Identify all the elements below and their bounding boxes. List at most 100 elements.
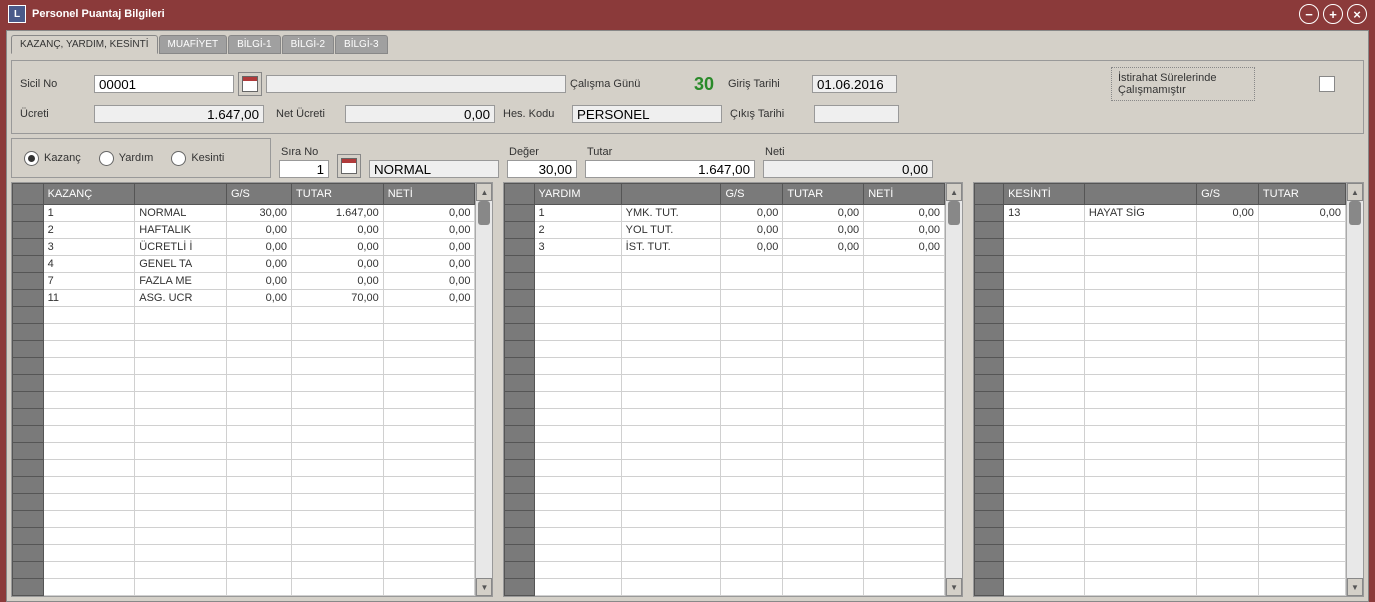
table-row[interactable] (975, 511, 1346, 528)
scroll-up-icon[interactable]: ▲ (476, 183, 492, 201)
table-row[interactable] (975, 460, 1346, 477)
table-row[interactable] (13, 477, 475, 494)
scroll-down-icon[interactable]: ▼ (476, 578, 492, 596)
table-row[interactable] (975, 341, 1346, 358)
table-row[interactable] (13, 443, 475, 460)
table-row[interactable] (505, 460, 945, 477)
radio-kazanc[interactable]: Kazanç (24, 151, 81, 166)
table-row[interactable] (13, 494, 475, 511)
table-row[interactable] (13, 341, 475, 358)
table-row[interactable] (13, 324, 475, 341)
scroll-up-icon[interactable]: ▲ (1347, 183, 1363, 201)
close-button[interactable]: × (1347, 4, 1367, 24)
table-row[interactable] (505, 579, 945, 596)
table-row[interactable] (505, 426, 945, 443)
maximize-button[interactable]: + (1323, 4, 1343, 24)
table-row[interactable]: 3ÜCRETLİ İ0,000,000,00 (13, 239, 475, 256)
grid-yardim[interactable]: YARDIMG/STUTARNETİ1YMK. TUT.0,000,000,00… (504, 183, 945, 596)
table-row[interactable] (975, 477, 1346, 494)
grid-kazanc[interactable]: KAZANÇG/STUTARNETİ1NORMAL30,001.647,000,… (12, 183, 475, 596)
table-row[interactable] (13, 426, 475, 443)
table-row[interactable] (975, 239, 1346, 256)
scrollbar[interactable]: ▲▼ (475, 183, 492, 596)
scroll-thumb[interactable] (478, 201, 490, 225)
tab-bilgi3[interactable]: BİLGİ-3 (335, 35, 387, 54)
table-row[interactable] (975, 358, 1346, 375)
scrollbar[interactable]: ▲▼ (945, 183, 962, 596)
table-row[interactable] (505, 562, 945, 579)
table-row[interactable] (505, 545, 945, 562)
scroll-down-icon[interactable]: ▼ (1347, 578, 1363, 596)
table-row[interactable] (975, 579, 1346, 596)
tab-bilgi1[interactable]: BİLGİ-1 (228, 35, 280, 54)
table-row[interactable] (13, 307, 475, 324)
table-row[interactable] (975, 562, 1346, 579)
table-row[interactable]: 3İST. TUT.0,000,000,00 (505, 239, 945, 256)
table-row[interactable] (975, 273, 1346, 290)
table-row[interactable] (975, 375, 1346, 392)
table-row[interactable] (975, 324, 1346, 341)
table-row[interactable] (975, 494, 1346, 511)
scroll-down-icon[interactable]: ▼ (946, 578, 962, 596)
table-row[interactable] (13, 358, 475, 375)
table-row[interactable] (13, 545, 475, 562)
table-row[interactable] (13, 375, 475, 392)
tab-muafiyet[interactable]: MUAFİYET (159, 35, 228, 54)
table-row[interactable]: 11ASG. UCR0,0070,000,00 (13, 290, 475, 307)
table-row[interactable] (505, 511, 945, 528)
table-row[interactable] (975, 426, 1346, 443)
table-row[interactable] (13, 392, 475, 409)
table-row[interactable] (975, 545, 1346, 562)
table-row[interactable] (13, 562, 475, 579)
istirahat-checkbox-wrap[interactable]: İstirahat Sürelerinde Çalışmamıştır (1111, 67, 1255, 101)
table-row[interactable] (505, 290, 945, 307)
table-row[interactable] (505, 443, 945, 460)
tutar-input[interactable] (585, 160, 755, 178)
table-row[interactable] (505, 358, 945, 375)
table-row[interactable] (13, 460, 475, 477)
table-row[interactable] (505, 528, 945, 545)
table-row[interactable] (13, 579, 475, 596)
scroll-up-icon[interactable]: ▲ (946, 183, 962, 201)
table-row[interactable] (505, 392, 945, 409)
minimize-button[interactable]: − (1299, 4, 1319, 24)
table-row[interactable] (975, 392, 1346, 409)
table-row[interactable] (975, 409, 1346, 426)
sira-lookup-button[interactable] (337, 154, 361, 178)
table-row[interactable]: 2HAFTALIK0,000,000,00 (13, 222, 475, 239)
table-row[interactable] (975, 256, 1346, 273)
scrollbar[interactable]: ▲▼ (1346, 183, 1363, 596)
table-row[interactable] (13, 528, 475, 545)
deger-input[interactable] (507, 160, 577, 178)
table-row[interactable] (505, 324, 945, 341)
table-row[interactable] (505, 273, 945, 290)
table-row[interactable] (505, 307, 945, 324)
table-row[interactable]: 2YOL TUT.0,000,000,00 (505, 222, 945, 239)
istirahat-checkbox[interactable] (1319, 76, 1335, 92)
table-row[interactable] (975, 528, 1346, 545)
table-row[interactable] (975, 290, 1346, 307)
scroll-thumb[interactable] (948, 201, 960, 225)
sicil-no-input[interactable] (94, 75, 234, 93)
radio-kesinti[interactable]: Kesinti (171, 151, 224, 166)
radio-yardim[interactable]: Yardım (99, 151, 154, 166)
table-row[interactable] (505, 256, 945, 273)
table-row[interactable] (975, 307, 1346, 324)
table-row[interactable]: 7FAZLA ME0,000,000,00 (13, 273, 475, 290)
table-row[interactable] (13, 409, 475, 426)
table-row[interactable] (505, 494, 945, 511)
table-row[interactable] (505, 409, 945, 426)
table-row[interactable] (505, 375, 945, 392)
table-row[interactable]: 1YMK. TUT.0,000,000,00 (505, 205, 945, 222)
sicil-lookup-button[interactable] (238, 72, 262, 96)
table-row[interactable] (975, 222, 1346, 239)
sira-no-input[interactable] (279, 160, 329, 178)
tab-kazanc[interactable]: KAZANÇ, YARDIM, KESİNTİ (11, 35, 158, 54)
table-row[interactable] (505, 341, 945, 358)
table-row[interactable]: 13HAYAT SİG0,000,00 (975, 205, 1346, 222)
grid-kesinti[interactable]: KESİNTİG/STUTAR13HAYAT SİG0,000,00 (974, 183, 1346, 596)
table-row[interactable]: 1NORMAL30,001.647,000,00 (13, 205, 475, 222)
table-row[interactable] (505, 477, 945, 494)
scroll-thumb[interactable] (1349, 201, 1361, 225)
table-row[interactable] (13, 511, 475, 528)
